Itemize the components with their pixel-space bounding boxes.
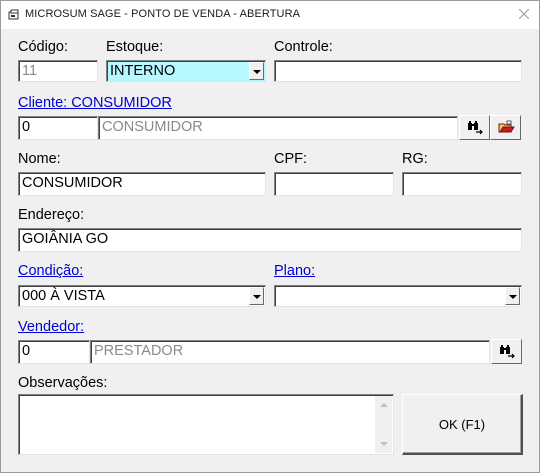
- search-vendedor-button[interactable]: [491, 339, 522, 364]
- cliente-name-value: CONSUMIDOR: [102, 119, 203, 135]
- controle-label: Controle:: [274, 39, 333, 55]
- plano-dropdown-button[interactable]: [505, 287, 520, 305]
- scroll-up-icon[interactable]: [380, 403, 388, 407]
- estoque-value: INTERNO: [110, 63, 176, 79]
- vendedor-name-field[interactable]: PRESTADOR: [90, 340, 490, 364]
- nome-label: Nome:: [18, 151, 61, 167]
- codigo-label: Código:: [18, 39, 68, 55]
- observacoes-label: Observações:: [18, 375, 108, 391]
- cliente-link[interactable]: Cliente: CONSUMIDOR: [18, 95, 172, 111]
- cliente-name-field[interactable]: CONSUMIDOR: [98, 116, 458, 140]
- observacoes-textarea[interactable]: [18, 394, 394, 455]
- endereco-field[interactable]: GOIÂNIA GO: [18, 228, 522, 252]
- plano-link[interactable]: Plano:: [274, 263, 315, 279]
- new-cliente-button[interactable]: [490, 115, 521, 140]
- endereco-value: GOIÂNIA GO: [22, 231, 109, 247]
- nome-field[interactable]: CONSUMIDOR: [18, 172, 266, 196]
- app-icon: [8, 9, 19, 20]
- open-folder-icon: [498, 120, 515, 133]
- pdv-abertura-window: MICROSUM SAGE - PONTO DE VENDA - ABERTUR…: [0, 0, 540, 473]
- condicao-dropdown-button[interactable]: [249, 287, 264, 305]
- vendedor-code-value: 0: [22, 343, 31, 359]
- binoculars-icon: [468, 121, 483, 135]
- binoculars-icon: [500, 345, 515, 359]
- codigo-value: 11: [22, 63, 38, 79]
- vendedor-name-value: PRESTADOR: [94, 343, 184, 359]
- estoque-dropdown-button[interactable]: [249, 62, 264, 80]
- title-bar[interactable]: MICROSUM SAGE - PONTO DE VENDA - ABERTUR…: [1, 1, 539, 29]
- ok-button[interactable]: OK (F1): [402, 394, 523, 455]
- vendedor-link[interactable]: Vendedor:: [18, 319, 84, 335]
- estoque-label: Estoque:: [106, 39, 164, 55]
- nome-value: CONSUMIDOR: [22, 175, 123, 191]
- cliente-code-field[interactable]: 0: [18, 116, 98, 140]
- cliente-code-value: 0: [22, 119, 31, 135]
- scroll-down-icon[interactable]: [380, 442, 388, 446]
- plano-select[interactable]: [274, 285, 522, 307]
- vendedor-code-field[interactable]: 0: [18, 340, 90, 364]
- controle-field[interactable]: [274, 60, 522, 82]
- cpf-field[interactable]: [274, 172, 394, 196]
- estoque-select[interactable]: INTERNO: [106, 60, 266, 82]
- condicao-select[interactable]: 000 À VISTA: [18, 285, 266, 307]
- search-cliente-button[interactable]: [459, 115, 490, 140]
- rg-field[interactable]: [402, 172, 522, 196]
- codigo-field[interactable]: 11: [18, 60, 98, 82]
- cpf-label: CPF:: [274, 151, 308, 167]
- close-icon: [519, 9, 529, 19]
- endereco-label: Endereço:: [18, 207, 85, 223]
- window-title: MICROSUM SAGE - PONTO DE VENDA - ABERTUR…: [25, 8, 301, 20]
- condicao-link[interactable]: Condição:: [18, 263, 83, 279]
- rg-label: RG:: [402, 151, 428, 167]
- condicao-value: 000 À VISTA: [22, 288, 105, 304]
- ok-button-label: OK (F1): [438, 417, 486, 432]
- observacoes-scrollbar[interactable]: [375, 396, 392, 453]
- close-button[interactable]: [509, 1, 539, 29]
